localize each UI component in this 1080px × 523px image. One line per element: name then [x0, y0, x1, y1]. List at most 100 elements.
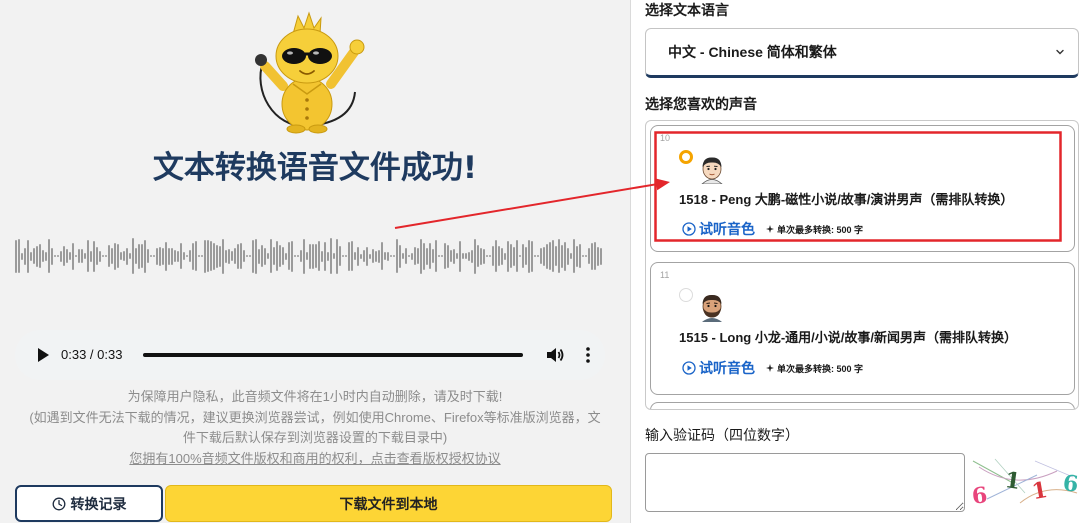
voice-name: 1518 - Peng 大鹏-磁性小说/故事/演讲男声（需排队转换）: [679, 192, 1014, 207]
waveform-bar: [531, 240, 533, 272]
waveform-bar: [381, 242, 383, 270]
waveform-bar: [297, 255, 299, 257]
waveform-bar: [363, 250, 365, 262]
waveform-bar: [594, 242, 596, 270]
voice-limit-label: 单次最多转换: 500 字: [777, 224, 864, 235]
waveform-bar: [153, 255, 155, 257]
settings-panel: 选择文本语言 中文 - Chinese 简体和繁体 选择您喜欢的声音 10 15…: [631, 0, 1080, 523]
audio-player[interactable]: 0:33 / 0:33: [15, 330, 605, 380]
voice-name: 1515 - Long 小龙-通用/小说/故事/新闻男声（需排队转换）: [679, 330, 1018, 345]
waveform-bar: [306, 252, 308, 260]
voice-card[interactable]: 11 1515 - Long 小龙-通用/小说/故事/新闻男声（需排队转换） 试…: [650, 262, 1075, 395]
waveform-bar: [192, 242, 194, 270]
waveform-bar: [366, 246, 368, 266]
result-panel: 文本转换语音文件成功! 0:33 / 0:33 为保障用户隐私，此音频文件将在1…: [0, 0, 631, 523]
waveform-bar: [129, 253, 131, 259]
waveform-bar: [348, 241, 350, 271]
waveform-bar: [120, 252, 122, 260]
download-file-button[interactable]: 下载文件到本地: [165, 485, 612, 522]
waveform-bar: [147, 249, 149, 263]
waveform-bar: [21, 252, 23, 260]
audio-time: 0:33 / 0:33: [61, 347, 123, 362]
volume-icon[interactable]: [545, 345, 565, 365]
waveform-bar: [576, 245, 578, 267]
waveform-bar: [558, 239, 560, 273]
waveform-bar: [207, 240, 209, 272]
conversion-history-button[interactable]: 转换记录: [15, 485, 163, 522]
waveform-bar: [426, 247, 428, 265]
waveform-bar: [111, 248, 113, 264]
waveform-bar: [423, 242, 425, 270]
waveform-bar: [288, 242, 290, 270]
voice-card[interactable]: 10 1518 - Peng 大鹏-磁性小说/故事/演讲男声（需排队转换） 试听…: [650, 125, 1075, 252]
language-select[interactable]: 中文 - Chinese 简体和繁体: [645, 28, 1079, 78]
waveform-bar: [84, 253, 86, 259]
waveform-bar: [102, 255, 104, 257]
waveform-bar: [228, 248, 230, 264]
waveform-bar: [81, 249, 83, 263]
waveform-bar: [597, 246, 599, 266]
waveform-bar: [468, 251, 470, 261]
waveform-bar: [375, 250, 377, 262]
waveform-bar: [45, 251, 47, 261]
waveform-bar: [345, 255, 347, 257]
sparkle-icon: [766, 225, 774, 233]
waveform-bar: [474, 238, 476, 274]
waveform-bar: [417, 248, 419, 264]
waveform-bar: [567, 247, 569, 265]
waveform-bar: [435, 240, 437, 272]
play-icon[interactable]: [33, 345, 53, 365]
voice-avatar-icon: [701, 157, 723, 184]
waveform-bar: [18, 239, 20, 273]
waveform-bar: [390, 255, 392, 257]
page-title: 文本转换语音文件成功!: [152, 150, 478, 186]
waveform-bar: [204, 239, 206, 273]
waveform-bar: [27, 239, 29, 273]
browser-tip: (如遇到文件无法下载的情况，建议更换浏览器尝试，例如使用Chrome、Firef…: [29, 409, 601, 446]
waveform-bar: [324, 241, 326, 271]
waveform-bar: [66, 249, 68, 263]
waveform-bar: [504, 252, 506, 260]
license-agreement-link[interactable]: 您拥有100%音频文件版权和商用的权利，点击查看版权授权协议: [129, 451, 500, 466]
waveform-bar: [108, 245, 110, 267]
waveform-bar: [165, 241, 167, 271]
captcha-image[interactable]: 6 1 1 6: [965, 453, 1080, 512]
waveform-bar: [465, 253, 467, 259]
waveform-bar: [252, 239, 254, 273]
voice-radio[interactable]: [679, 288, 693, 302]
waveform-bar: [309, 243, 311, 269]
voice-preview-button[interactable]: 试听音色: [682, 358, 755, 378]
waveform-bar: [399, 244, 401, 268]
voice-card[interactable]: [650, 402, 1075, 409]
voice-list[interactable]: 10 1518 - Peng 大鹏-磁性小说/故事/演讲男声（需排队转换） 试听…: [645, 120, 1079, 410]
waveform-bar: [48, 239, 50, 273]
waveform-bar: [585, 255, 587, 257]
waveform-bar: [564, 241, 566, 271]
waveform-bar: [90, 250, 92, 262]
waveform-bar: [501, 247, 503, 265]
captcha-input[interactable]: [645, 453, 965, 512]
voice-limit: 单次最多转换: 500 字: [766, 362, 863, 375]
waveform-bar: [156, 247, 158, 265]
waveform-bar: [582, 255, 584, 257]
waveform-bar: [135, 248, 137, 264]
waveform-bar: [513, 246, 515, 266]
waveform-bar: [255, 238, 257, 274]
voice-actions: 试听音色 单次最多转换: 500 字: [682, 359, 863, 377]
voice-radio[interactable]: [679, 150, 693, 164]
waveform-bar: [180, 243, 182, 269]
waveform-bar: [477, 245, 479, 267]
waveform-bar: [480, 247, 482, 265]
voice-label: 选择您喜欢的声音: [645, 96, 757, 112]
voice-preview-button[interactable]: 试听音色: [682, 219, 755, 239]
waveform-bar: [201, 255, 203, 257]
waveform-bar: [267, 253, 269, 259]
waveform-bar: [321, 250, 323, 262]
audio-progress-track[interactable]: [143, 353, 523, 357]
voice-avatar-icon: [702, 294, 722, 322]
captcha-digit: 6: [1061, 470, 1080, 498]
waveform-bar: [177, 250, 179, 262]
waveform-bar: [141, 244, 143, 268]
captcha-label: 输入验证码（四位数字）: [645, 427, 799, 443]
more-vertical-icon[interactable]: [578, 345, 598, 365]
